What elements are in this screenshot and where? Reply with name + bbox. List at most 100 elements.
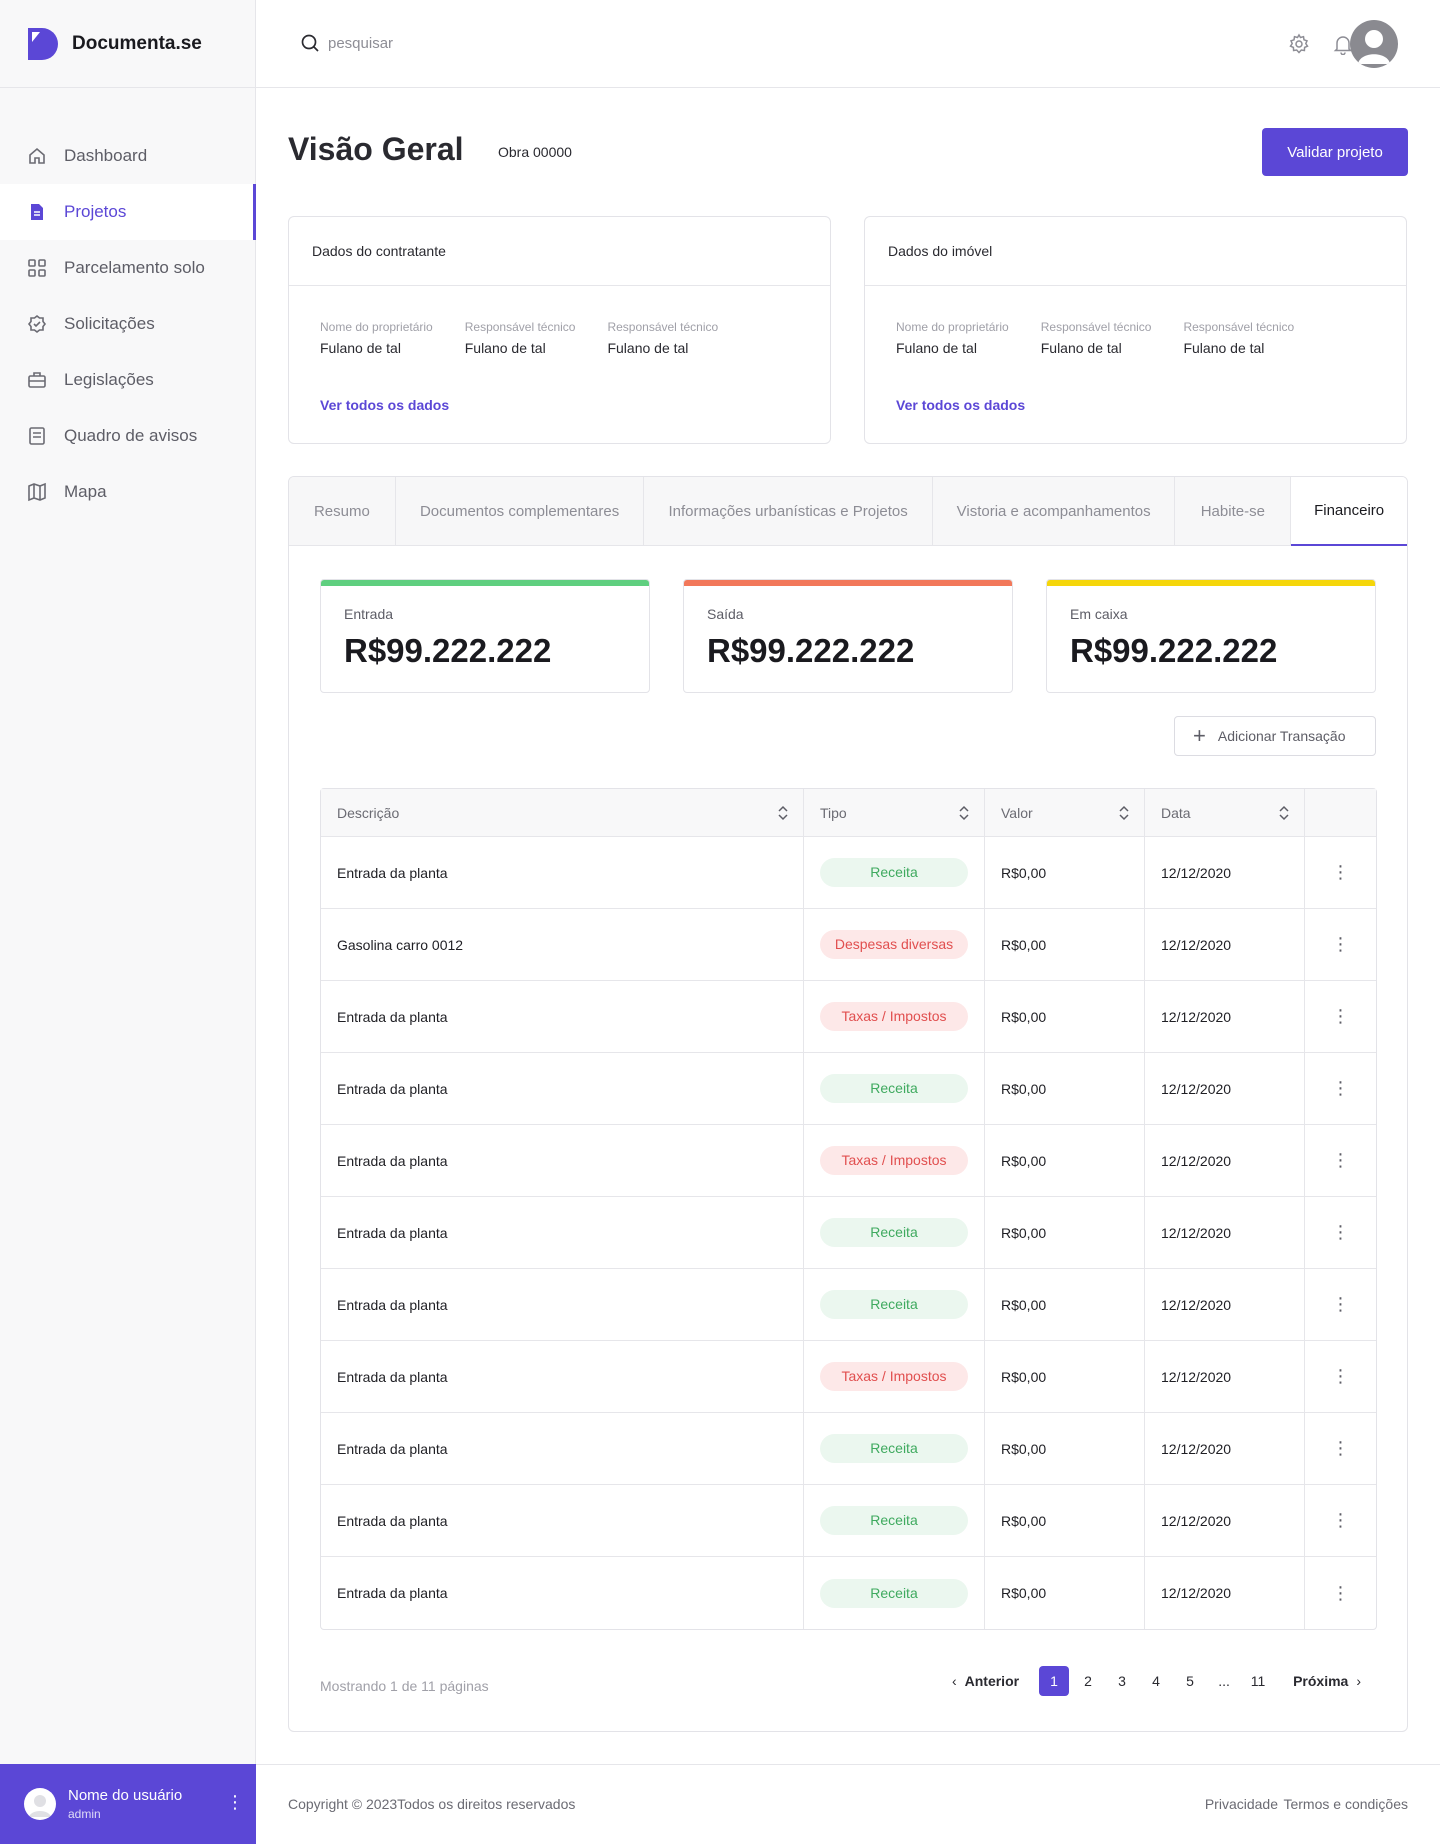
privacy-link[interactable]: Privacidade xyxy=(1205,1796,1278,1812)
table-row[interactable]: Entrada da planta Receita R$0,00 12/12/2020… xyxy=(321,1557,1376,1629)
table-row[interactable]: Entrada da planta Taxas / Impostos R$0,00 1… xyxy=(321,1341,1376,1413)
column-label: Descrição xyxy=(337,804,400,821)
page-button[interactable]: 1 xyxy=(1039,1666,1070,1696)
field-value: Fulano de tal xyxy=(896,340,977,356)
cell-data: 12/12/2020 xyxy=(1145,909,1305,981)
view-all-data-link[interactable]: Ver todos os dados xyxy=(896,397,1025,413)
tab-resumo[interactable]: Resumo xyxy=(289,477,396,546)
sort-icon[interactable] xyxy=(958,805,970,821)
cell-actions: ⋮ xyxy=(1305,981,1376,1053)
tab-documentos-complementares[interactable]: Documentos complementares xyxy=(396,477,645,546)
tab-informacoes-urbanisticas[interactable]: Informações urbanísticas e Projetos xyxy=(644,477,933,546)
table-row[interactable]: Entrada da planta Receita R$0,00 12/12/2020… xyxy=(321,1197,1376,1269)
gear-icon[interactable] xyxy=(1288,33,1310,55)
sort-icon[interactable] xyxy=(1118,805,1130,821)
copyright: Copyright © 2023Todos os direitos reserv… xyxy=(288,1796,576,1812)
validate-project-button[interactable]: Validar projeto xyxy=(1262,128,1408,176)
table-row[interactable]: Entrada da planta Taxas / Impostos R$0,00 1… xyxy=(321,1125,1376,1197)
add-transaction-button[interactable]: + Adicionar Transação xyxy=(1174,716,1376,756)
more-vertical-icon[interactable]: ⋮ xyxy=(1332,862,1350,882)
home-icon xyxy=(26,145,48,167)
type-badge: Receita xyxy=(820,1218,968,1247)
cell-descricao: Entrada da planta xyxy=(321,1197,804,1269)
cell-descricao: Gasolina carro 0012 xyxy=(321,909,804,981)
type-badge: Receita xyxy=(820,1578,968,1608)
more-vertical-icon[interactable]: ⋮ xyxy=(1332,1222,1350,1242)
sidebar-item-projetos[interactable]: Projetos xyxy=(0,184,256,240)
cell-data: 12/12/2020 xyxy=(1145,1557,1305,1629)
sort-icon[interactable] xyxy=(1278,805,1290,821)
field-label: Nome do proprietário xyxy=(896,320,1009,334)
search-icon xyxy=(301,34,319,52)
field-value: Fulano de tal xyxy=(607,340,689,356)
sidebar: Documenta.se Dashboard Projetos Parcelam… xyxy=(0,0,256,1844)
tab-financeiro[interactable]: Financeiro xyxy=(1291,477,1407,546)
more-vertical-icon[interactable]: ⋮ xyxy=(1332,934,1350,954)
more-vertical-icon[interactable]: ⋮ xyxy=(1332,1078,1350,1098)
user-name: Nome do usuário xyxy=(68,1787,183,1804)
sidebar-item-legislacoes[interactable]: Legislações xyxy=(0,352,255,408)
page-button[interactable]: 11 xyxy=(1243,1666,1273,1696)
type-badge: Despesas diversas xyxy=(820,930,968,959)
column-header-valor[interactable]: Valor xyxy=(985,789,1145,837)
cell-actions: ⋮ xyxy=(1305,1197,1376,1269)
search-box xyxy=(300,33,628,53)
more-vertical-icon[interactable]: ⋮ xyxy=(1332,1583,1350,1603)
more-vertical-icon[interactable]: ⋮ xyxy=(1332,1510,1350,1530)
type-badge: Taxas / Impostos xyxy=(820,1362,968,1391)
more-vertical-icon[interactable]: ⋮ xyxy=(226,1792,244,1813)
more-vertical-icon[interactable]: ⋮ xyxy=(1332,1006,1350,1026)
table-row[interactable]: Entrada da planta Taxas / Impostos R$0,00 1… xyxy=(321,981,1376,1053)
cell-actions: ⋮ xyxy=(1305,1053,1376,1125)
table-row[interactable]: Entrada da planta Receita R$0,00 12/12/2020… xyxy=(321,1485,1376,1557)
view-all-data-link[interactable]: Ver todos os dados xyxy=(320,397,449,413)
cell-tipo: Receita xyxy=(804,1557,985,1629)
page-button[interactable]: 4 xyxy=(1141,1666,1171,1696)
tab-vistoria[interactable]: Vistoria e acompanhamentos xyxy=(933,477,1176,546)
kpi-label: Saída xyxy=(707,606,744,622)
owner-field: Nome do proprietário Fulano de tal xyxy=(320,320,433,356)
column-header-data[interactable]: Data xyxy=(1145,789,1305,837)
plus-icon: + xyxy=(1193,723,1206,748)
table-header-row: Descrição Tipo Valor Data xyxy=(321,789,1376,837)
table-row[interactable]: Entrada da planta Receita R$0,00 12/12/2020… xyxy=(321,1053,1376,1125)
column-header-tipo[interactable]: Tipo xyxy=(804,789,985,837)
cell-tipo: Receita xyxy=(804,1413,985,1485)
sidebar-item-parcelamento[interactable]: Parcelamento solo xyxy=(0,240,255,296)
more-vertical-icon[interactable]: ⋮ xyxy=(1332,1294,1350,1314)
sort-icon[interactable] xyxy=(777,805,789,821)
sidebar-item-dashboard[interactable]: Dashboard xyxy=(0,128,255,184)
cell-valor: R$0,00 xyxy=(985,1485,1145,1557)
map-icon xyxy=(26,481,48,503)
table-row[interactable]: Gasolina carro 0012 Despesas diversas R$0,… xyxy=(321,909,1376,981)
more-vertical-icon[interactable]: ⋮ xyxy=(1332,1150,1350,1170)
cell-descricao: Entrada da planta xyxy=(321,1341,804,1413)
avatar[interactable] xyxy=(1350,20,1398,68)
table-row[interactable]: Entrada da planta Receita R$0,00 12/12/2020… xyxy=(321,837,1376,909)
sidebar-item-mapa[interactable]: Mapa xyxy=(0,464,255,520)
tab-habite-se[interactable]: Habite-se xyxy=(1175,477,1292,546)
cell-data: 12/12/2020 xyxy=(1145,1341,1305,1413)
table-row[interactable]: Entrada da planta Receita R$0,00 12/12/2020… xyxy=(321,1413,1376,1485)
column-header-descricao[interactable]: Descrição xyxy=(321,789,804,837)
field-label: Responsável técnico xyxy=(1040,320,1152,334)
user-menu[interactable]: Nome do usuário admin ⋮ xyxy=(0,1764,256,1844)
table-row[interactable]: Entrada da planta Receita R$0,00 12/12/2020… xyxy=(321,1269,1376,1341)
sidebar-item-solicitacoes[interactable]: Solicitações xyxy=(0,296,255,352)
more-vertical-icon[interactable]: ⋮ xyxy=(1332,1366,1350,1386)
next-page-button[interactable]: Próxima › xyxy=(1287,1666,1367,1696)
chevron-left-icon: ‹ xyxy=(951,1673,957,1689)
sidebar-item-quadro-de-avisos[interactable]: Quadro de avisos xyxy=(0,408,255,464)
previous-label: Anterior xyxy=(964,1673,1020,1689)
brand[interactable]: Documenta.se xyxy=(0,0,255,88)
cell-tipo: Receita xyxy=(804,1485,985,1557)
page-button[interactable]: 3 xyxy=(1107,1666,1137,1696)
kpi-em-caixa: Em caixa R$99.222.222 xyxy=(1046,579,1376,693)
page-button[interactable]: 5 xyxy=(1175,1666,1205,1696)
cell-descricao: Entrada da planta xyxy=(321,981,804,1053)
search-input[interactable] xyxy=(328,34,628,52)
page-button[interactable]: 2 xyxy=(1073,1666,1103,1696)
terms-link[interactable]: Termos e condições xyxy=(1283,1796,1408,1812)
more-vertical-icon[interactable]: ⋮ xyxy=(1332,1438,1350,1458)
previous-page-button[interactable]: ‹ Anterior xyxy=(946,1666,1025,1696)
